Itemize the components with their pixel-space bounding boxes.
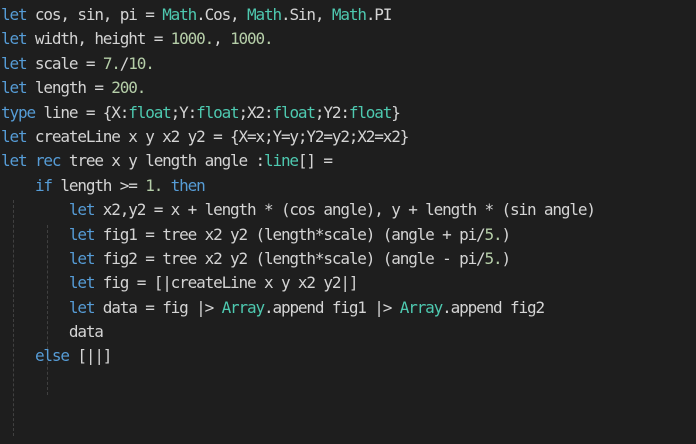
code-token-num: 10. (128, 53, 155, 73)
code-token-mod: Array (221, 297, 266, 317)
code-line[interactable]: let width, height = 1000., 1000. (0, 27, 696, 51)
code-token-id: .append fig2 (442, 297, 545, 317)
code-line[interactable]: if length >= 1. then (0, 174, 696, 198)
code-line[interactable]: let data = fig |> Array.append fig1 |> A… (0, 296, 696, 320)
code-token-kw: let (1, 78, 28, 98)
code-token-id: .PI (365, 5, 393, 24)
code-token-id: scale = (26, 53, 103, 73)
code-token-id: .Sin, (280, 5, 332, 24)
code-line[interactable]: let fig2 = tree x2 y2 (length*scale) (an… (0, 247, 696, 271)
code-token-type: float (348, 102, 393, 122)
code-token-id (1, 273, 69, 292)
code-token-id: } (391, 102, 401, 122)
code-token-id: [] = (297, 151, 333, 171)
code-token-kw: let (68, 297, 96, 317)
code-line[interactable]: let cos, sin, pi = Math.Cos, Math.Sin, M… (0, 3, 696, 27)
code-token-id: data (1, 322, 104, 342)
code-token-kw: let (1, 29, 28, 49)
code-token-num: 5. (484, 224, 503, 244)
code-token-id: ;Y: (170, 102, 198, 122)
code-token-id: width, height = (26, 29, 171, 49)
code-token-id: length >= (51, 175, 146, 195)
code-token-id (1, 225, 69, 244)
code-token-kw: let (1, 5, 28, 24)
code-token-id: fig = [|createLine x y x2 y2|] (94, 273, 359, 293)
code-token-num: 5. (484, 248, 503, 268)
code-editor[interactable]: let cos, sin, pi = Math.Cos, Math.Sin, M… (0, 0, 696, 444)
code-token-id: / (119, 53, 130, 73)
code-token-id: fig2 = tree x2 y2 (length*scale) (angle … (94, 248, 486, 268)
code-token-kw: let (68, 248, 96, 268)
code-token-kw: let (68, 200, 96, 220)
code-token-type: float (196, 102, 240, 122)
code-token-mod: Math (247, 5, 282, 24)
code-token-id (1, 249, 69, 268)
code-token-type: float (272, 102, 316, 122)
code-line[interactable]: let fig = [|createLine x y x2 y2|] (0, 271, 696, 295)
code-token-mod: Math (162, 5, 197, 24)
code-token-type: line (263, 151, 299, 171)
code-line[interactable]: let createLine x y x2 y2 = {X=x;Y=y;Y2=y… (0, 125, 696, 149)
code-token-id: length = (26, 78, 112, 98)
code-token-id (1, 298, 69, 317)
code-token-id: , (213, 29, 231, 49)
code-token-id: ) (501, 248, 512, 268)
code-token-num: 7. (102, 53, 121, 73)
code-token-kw: else (34, 346, 70, 366)
code-token-num: 1000. (230, 29, 274, 49)
code-token-id: tree x y length angle : (60, 151, 265, 171)
code-token-id: line = {X: (34, 102, 129, 122)
code-token-kw: let (1, 126, 28, 146)
code-token-id: ;Y2: (314, 102, 350, 122)
code-token-num: 1. (145, 175, 163, 195)
code-token-mod: Math (331, 5, 367, 24)
code-token-kw: let (1, 151, 28, 171)
code-line[interactable]: let rec tree x y length angle :line[] = (0, 149, 696, 173)
code-line[interactable]: data (0, 320, 696, 344)
code-token-id (26, 151, 34, 170)
code-token-id: x2,y2 = x + length * (cos angle), y + le… (94, 200, 596, 220)
code-token-id: cos, sin, pi = (26, 5, 163, 24)
code-token-id (162, 176, 170, 195)
code-line[interactable]: let length = 200. (0, 76, 696, 100)
code-token-id (1, 200, 69, 219)
code-token-mod: Array (399, 297, 444, 317)
code-token-kw: rec (34, 151, 62, 171)
code-token-kw: let (68, 273, 96, 293)
code-token-num: 200. (111, 78, 146, 98)
code-token-id: [||] (68, 346, 112, 366)
code-line[interactable]: let fig1 = tree x2 y2 (length*scale) (an… (0, 223, 696, 247)
code-token-id: ) (501, 224, 512, 244)
code-token-id: data = fig |> (94, 297, 222, 317)
code-token-type: float (128, 102, 172, 122)
code-token-id: .append fig1 |> (264, 297, 400, 317)
code-token-kw: then (170, 175, 206, 195)
code-token-kw: if (34, 175, 53, 195)
code-token-id: .Cos, (196, 5, 248, 24)
code-line[interactable]: else [||] (0, 344, 696, 368)
code-line[interactable]: let scale = 7./10. (0, 52, 696, 76)
code-token-id: fig1 = tree x2 y2 (length*scale) (angle … (94, 224, 486, 244)
code-token-kw: let (68, 224, 96, 244)
code-token-id: ;X2: (238, 102, 274, 122)
code-token-id (1, 176, 35, 195)
code-token-num: 1000. (170, 29, 215, 49)
code-token-kw: let (1, 53, 28, 73)
code-line[interactable]: type line = {X:float;Y:float;X2:float;Y2… (0, 101, 696, 125)
code-token-id: createLine x y x2 y2 = {X=x;Y=y;Y2=y2;X2… (26, 126, 409, 146)
code-token-kw: type (1, 102, 36, 122)
code-line[interactable]: let x2,y2 = x + length * (cos angle), y … (0, 198, 696, 222)
code-token-id (1, 346, 35, 365)
